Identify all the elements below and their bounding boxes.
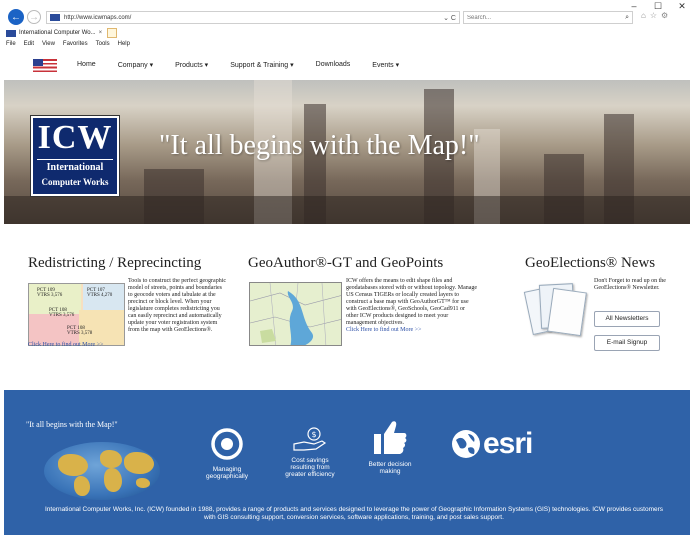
- refresh-icon[interactable]: ⌄ C: [443, 14, 456, 22]
- nav-products[interactable]: Products ▾: [175, 61, 208, 69]
- hero-tagline: "It all begins with the Map!": [159, 130, 480, 161]
- nav-support-training[interactable]: Support & Training ▾: [230, 61, 293, 69]
- us-flag-icon: [33, 59, 57, 72]
- back-button[interactable]: ←: [8, 9, 24, 25]
- geoauthor-map-thumbnail[interactable]: [249, 282, 342, 346]
- menu-edit[interactable]: Edit: [24, 41, 34, 47]
- menu-help[interactable]: Help: [118, 41, 130, 47]
- feature-decision-label: Better decision making: [368, 461, 412, 475]
- url-text[interactable]: http://www.icwmaps.com/: [64, 15, 443, 21]
- world-globe-image: [44, 442, 160, 500]
- geoauthor-title[interactable]: GeoAuthor®-GT and GeoPoints: [248, 255, 443, 272]
- precinct-label: PCT 109 VTRS 3,576: [37, 288, 63, 298]
- menu-favorites[interactable]: Favorites: [63, 41, 88, 47]
- nav-events[interactable]: Events ▾: [372, 61, 399, 69]
- redistricting-text-a: Tools to construct the perfect geographi…: [128, 278, 228, 342]
- newsletter-stack-image: [523, 278, 588, 340]
- logo-line-1: International: [46, 162, 104, 173]
- email-signup-button[interactable]: E-mail Signup: [594, 335, 660, 351]
- thumbs-up-icon: [374, 421, 407, 454]
- tab-close-icon[interactable]: ×: [99, 30, 103, 36]
- close-window-button[interactable]: ✕: [677, 0, 687, 12]
- search-icon[interactable]: ⌕: [625, 14, 629, 22]
- redistricting-map-thumbnail[interactable]: PCT 109 VTRS 3,576 PCT 107 VTRS 4,270 PC…: [28, 283, 125, 346]
- redistricting-title[interactable]: Redistricting / Reprecincting: [28, 255, 201, 272]
- target-icon: [211, 428, 243, 460]
- favorites-star-icon[interactable]: ☆: [650, 11, 657, 20]
- menu-file[interactable]: File: [6, 41, 16, 47]
- news-text: Don't Forget to read up on the GeoElecti…: [594, 278, 666, 291]
- nav-downloads[interactable]: Downloads: [316, 61, 351, 69]
- esri-globe-icon: [452, 430, 480, 458]
- menu-bar: File Edit View Favorites Tools Help: [6, 41, 130, 47]
- browser-search-box[interactable]: ⌕: [463, 11, 633, 24]
- browser-tab[interactable]: International Computer Wo... ×: [6, 27, 118, 39]
- news-title[interactable]: GeoElections® News: [525, 255, 655, 272]
- precinct-label: PCT 107 VTRS 4,270: [87, 288, 113, 298]
- browser-chrome: – ☐ ✕ ← → http://www.icwmaps.com/ ⌄ C ⌕ …: [0, 0, 691, 50]
- tab-title[interactable]: International Computer Wo...: [19, 30, 96, 36]
- menu-view[interactable]: View: [42, 41, 55, 47]
- browser-search-input[interactable]: [467, 14, 626, 21]
- money-hand-icon: $: [293, 427, 327, 451]
- precinct-label: PCT 108 VTRS 3,578: [67, 326, 93, 336]
- icw-logo[interactable]: ICW International Computer Works: [30, 115, 120, 197]
- logo-line-2: Computer Works: [41, 177, 109, 187]
- feature-cost-savings-label: Cost savings resulting from greater effi…: [285, 457, 335, 478]
- svg-text:$: $: [312, 430, 317, 439]
- site-favicon-icon: [50, 14, 60, 21]
- redistricting-link-wrap: Click Here to find out More >>: [28, 342, 228, 349]
- tab-favicon-icon: [6, 29, 16, 37]
- company-description: International Computer Works, Inc. (ICW)…: [44, 506, 664, 521]
- geoauthor-more-link[interactable]: Click Here to find out More >>: [346, 327, 421, 333]
- address-bar[interactable]: http://www.icwmaps.com/ ⌄ C: [46, 11, 460, 24]
- feature-managing-label: Managing geographically: [206, 466, 248, 480]
- redistricting-description: Tools to construct the perfect geographi…: [128, 278, 227, 333]
- redistricting-more-link[interactable]: Click Here to find out More >>: [28, 342, 103, 348]
- nav-home[interactable]: Home: [77, 61, 96, 69]
- home-icon[interactable]: ⌂: [641, 11, 646, 20]
- forward-arrow-icon: →: [29, 11, 39, 23]
- nav-links: Home Company ▾ Products ▾ Support & Trai…: [77, 61, 421, 69]
- toolbar-icons: ⌂ ☆ ⚙: [641, 11, 668, 20]
- settings-gear-icon[interactable]: ⚙: [661, 11, 668, 20]
- forward-button[interactable]: →: [27, 10, 41, 24]
- geoauthor-description: ICW offers the means to edit shape files…: [346, 278, 478, 326]
- all-newsletters-button[interactable]: All Newsletters: [594, 311, 660, 327]
- logo-main-text: ICW: [37, 119, 113, 156]
- hero-banner: ICW International Computer Works "It all…: [4, 80, 690, 224]
- band-quote: "It all begins with the Map!": [26, 420, 118, 429]
- site-navigation: Home Company ▾ Products ▾ Support & Trai…: [0, 52, 691, 78]
- back-arrow-icon: ←: [11, 11, 21, 23]
- precinct-label: PCT 108 VTRS 3,576: [49, 308, 75, 318]
- esri-logo-text[interactable]: esri: [483, 427, 533, 461]
- menu-tools[interactable]: Tools: [96, 41, 110, 47]
- geoauthor-text: ICW offers the means to edit shape files…: [346, 278, 478, 334]
- nav-company[interactable]: Company ▾: [118, 61, 153, 69]
- footer-band: "It all begins with the Map!" Managing g…: [4, 390, 690, 535]
- new-tab-button[interactable]: [107, 28, 118, 38]
